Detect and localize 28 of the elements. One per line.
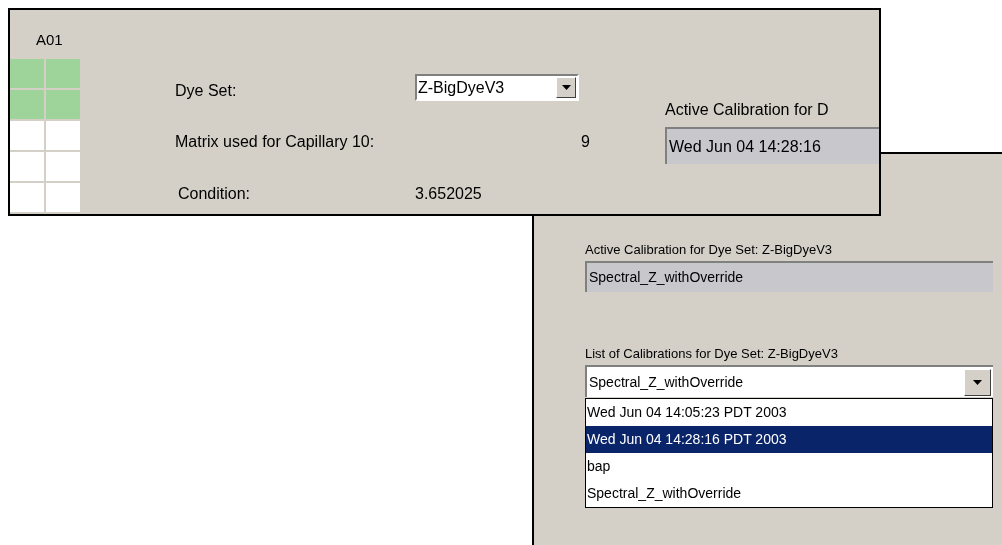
- well-label: A01: [36, 31, 64, 49]
- calibration-dropdown[interactable]: Spectral_Z_withOverride: [585, 365, 993, 397]
- active-calibration-field: Spectral_Z_withOverride: [585, 261, 993, 292]
- well-cell[interactable]: [10, 59, 44, 88]
- dropdown-arrow-button[interactable]: [556, 77, 576, 98]
- calibration-option[interactable]: Wed Jun 04 14:28:16 PDT 2003: [586, 426, 992, 453]
- condition-label: Condition:: [178, 184, 252, 204]
- well-cell[interactable]: [10, 183, 44, 212]
- condition-value: 3.652025: [415, 184, 482, 204]
- active-calibration-field: Wed Jun 04 14:28:16: [665, 127, 879, 164]
- caret-icon: [973, 379, 982, 385]
- active-calibration-label: Active Calibration for Dye Set: Z-BigDyeV3: [585, 242, 834, 258]
- well-cell[interactable]: [10, 90, 44, 119]
- dye-set-label: Dye Set:: [175, 81, 238, 101]
- well-cell[interactable]: [46, 121, 80, 150]
- well-cell[interactable]: [46, 152, 80, 181]
- dye-set-dropdown[interactable]: Z-BigDyeV3: [415, 74, 579, 101]
- well-cell[interactable]: [46, 90, 80, 119]
- matrix-label: Matrix used for Capillary 10:: [175, 132, 376, 152]
- dropdown-arrow-button[interactable]: [964, 368, 991, 396]
- well-cell[interactable]: [46, 183, 80, 212]
- well-cell[interactable]: [46, 59, 80, 88]
- matrix-value: 9: [581, 132, 590, 152]
- caret-icon: [561, 85, 571, 90]
- well-cell[interactable]: [10, 152, 44, 181]
- active-calibration-label: Active Calibration for D: [665, 100, 830, 120]
- calibration-list-label: List of Calibrations for Dye Set: Z-BigDyeV3: [585, 346, 839, 362]
- well-cell[interactable]: [10, 121, 44, 150]
